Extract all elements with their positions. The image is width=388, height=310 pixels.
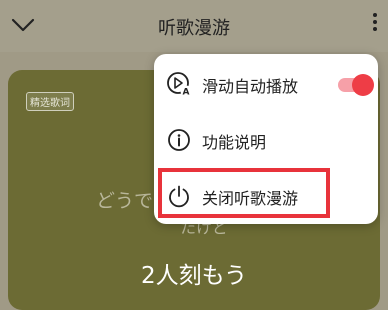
- more-options-button[interactable]: [368, 10, 382, 40]
- featured-lyrics-tag: 精选歌词: [26, 92, 74, 111]
- autoplay-icon: A: [167, 72, 192, 98]
- more-vertical-icon: [373, 13, 377, 17]
- svg-text:A: A: [183, 88, 190, 98]
- highlight-box: [158, 168, 330, 218]
- menu-item-swipe-autoplay[interactable]: A 滑动自动播放: [154, 56, 378, 112]
- header: 听歌漫游: [0, 0, 388, 52]
- autoplay-toggle[interactable]: [338, 73, 374, 96]
- lyric-line: どうで: [96, 190, 154, 212]
- info-icon: [168, 129, 190, 151]
- menu-item-label: 滑动自动播放: [202, 77, 299, 96]
- menu-item-label: 功能说明: [202, 133, 267, 152]
- current-lyric-line: 2人刻もう: [141, 263, 247, 289]
- page-title: 听歌漫游: [158, 18, 230, 39]
- menu-item-feature-info[interactable]: 功能说明: [154, 112, 378, 168]
